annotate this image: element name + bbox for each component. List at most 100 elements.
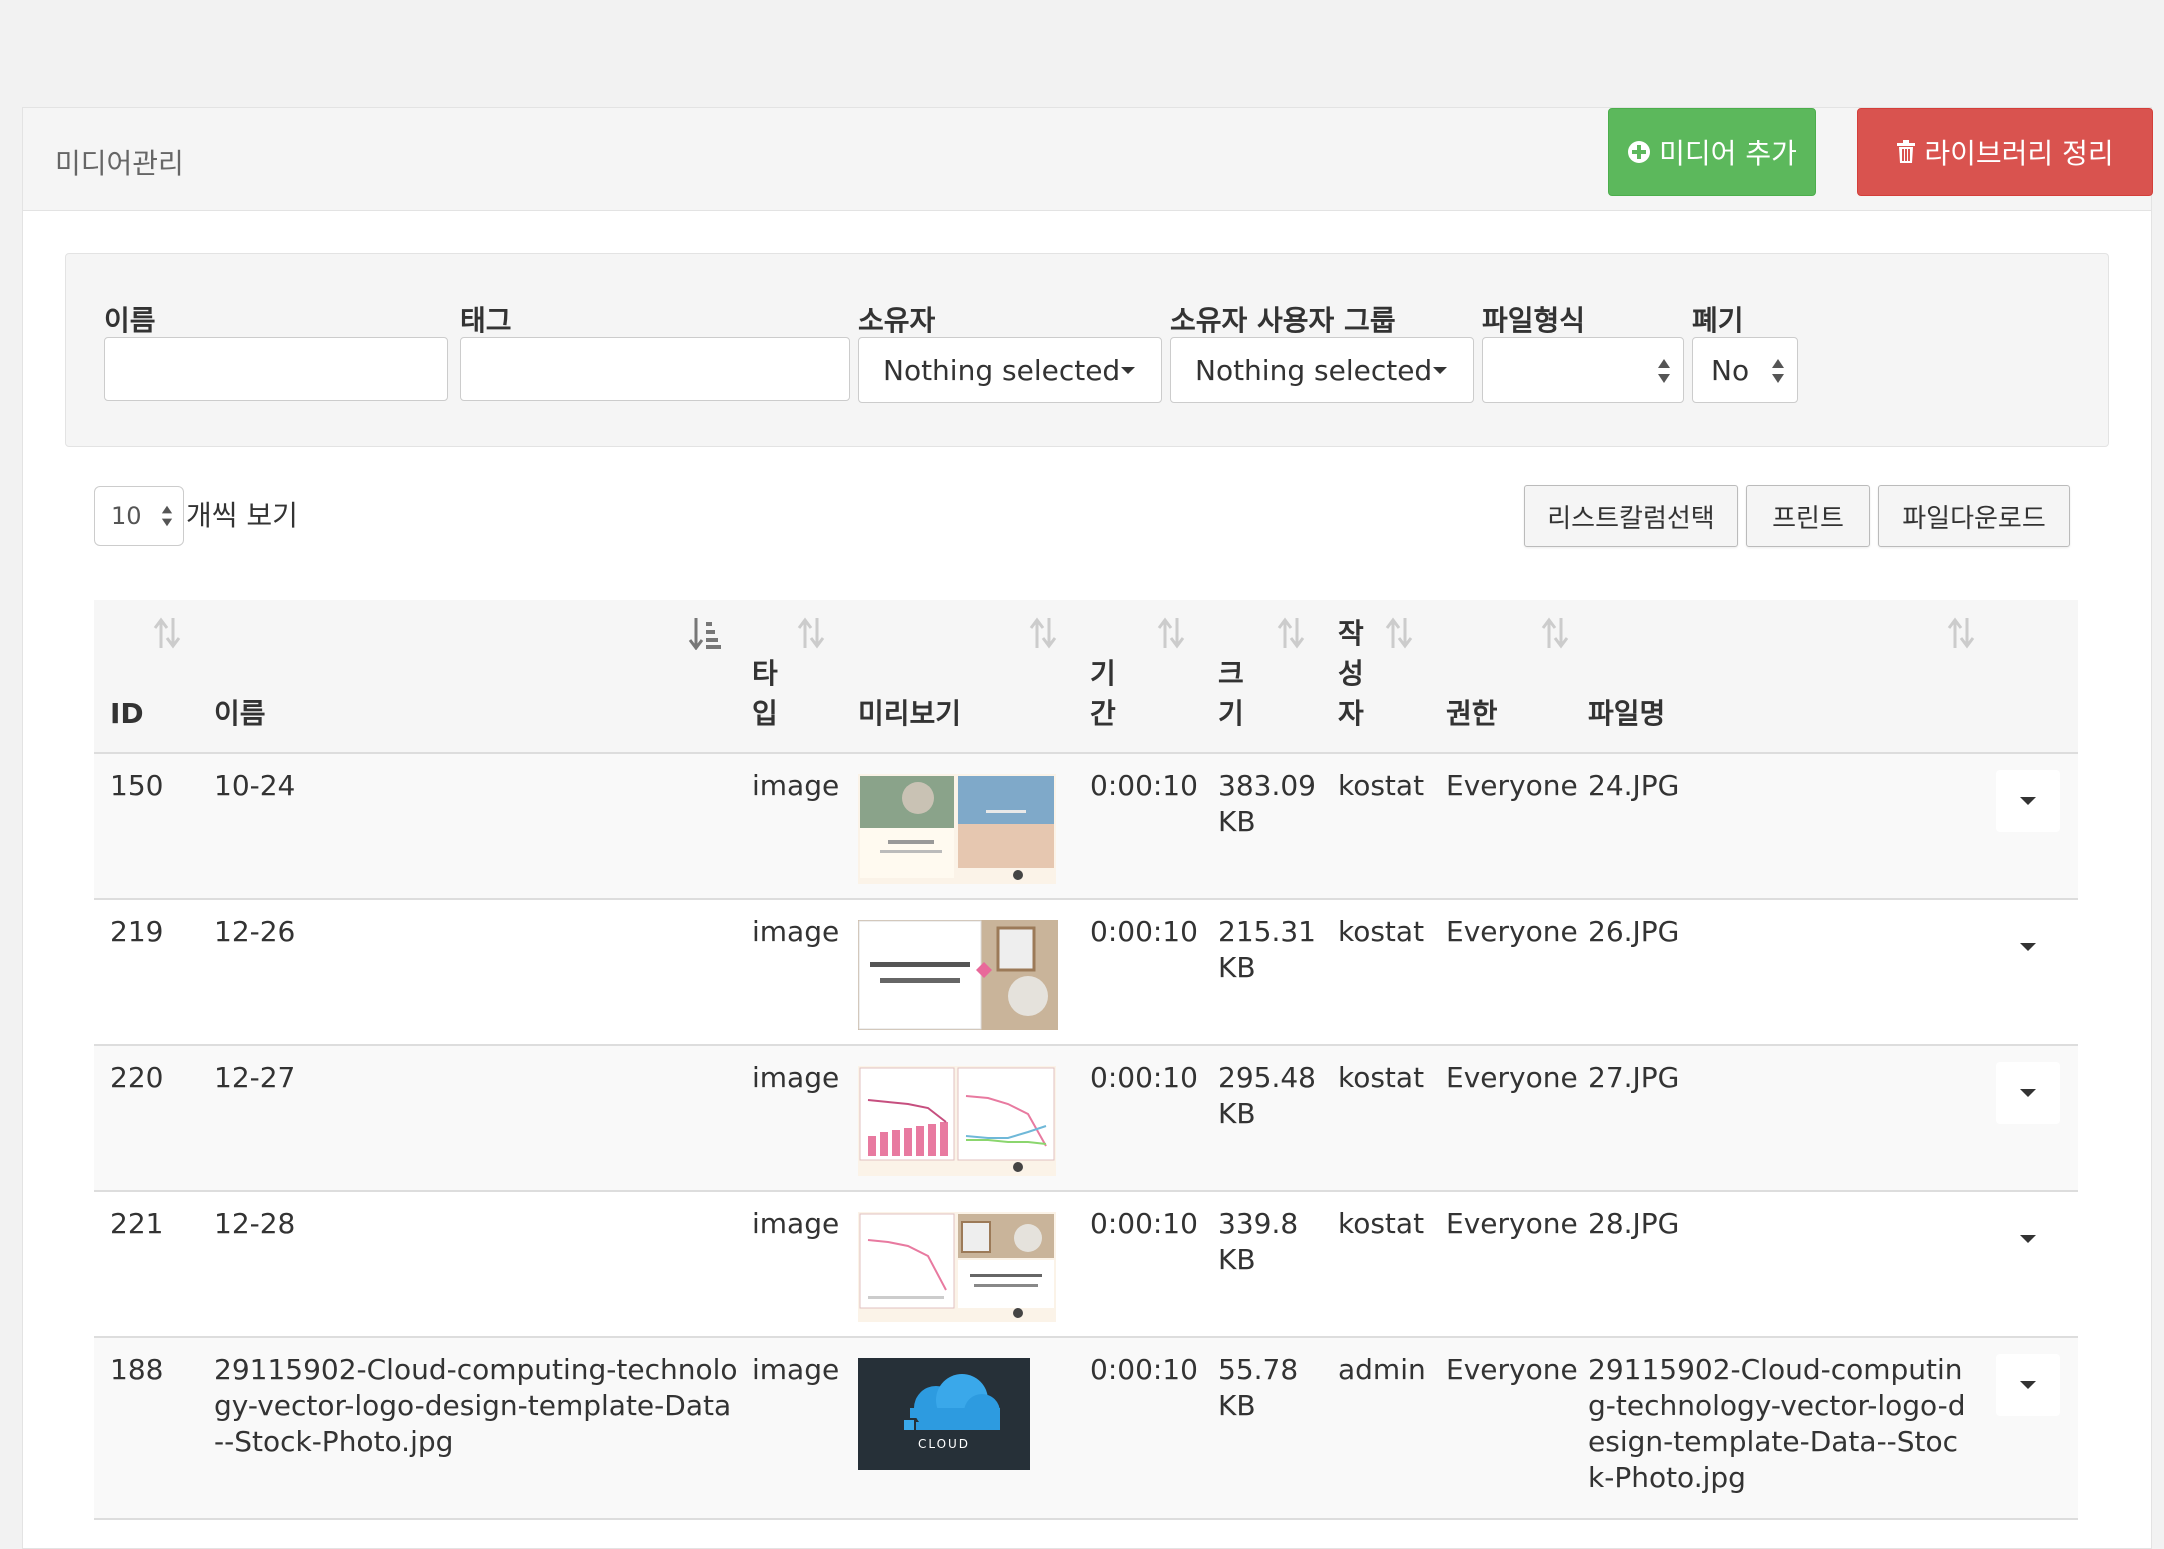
column-select-button[interactable]: 리스트칼럼선택 (1524, 485, 1738, 547)
row-actions-dropdown[interactable] (1996, 1062, 2060, 1124)
cell-owner: kostat (1338, 915, 1425, 948)
table-header: ID 이름 타입 미리보기 기간 크기 작성자 권한 파일명 (94, 600, 2078, 754)
owner-filter-label: 소유자 (858, 304, 936, 337)
sort-icon[interactable] (1384, 616, 1414, 650)
file-type-select[interactable] (1482, 337, 1684, 403)
sort-icon[interactable] (1028, 616, 1058, 650)
filter-panel: 이름 태그 소유자 Nothing selected 소유자 사용자 그룹 No… (65, 253, 2109, 447)
column-header-name[interactable]: 이름 (214, 694, 266, 734)
preview-cloud-text: CLOUD (918, 1437, 970, 1451)
updown-arrows-icon (1657, 358, 1671, 384)
row-actions-dropdown[interactable] (1996, 1354, 2060, 1416)
table-row[interactable]: 188 29115902-Cloud-computing-technology-… (94, 1338, 2078, 1520)
cell-duration: 0:00:10 (1090, 1353, 1198, 1386)
row-actions-dropdown[interactable] (1996, 1208, 2060, 1270)
chevron-down-icon (1121, 367, 1135, 374)
cell-type: image (752, 1207, 840, 1240)
trash-icon (1896, 140, 1916, 164)
column-header-id[interactable]: ID (110, 694, 144, 734)
clean-library-button[interactable]: 라이브러리 정리 (1857, 108, 2153, 196)
page-length-label: 개씩 보기 (186, 499, 298, 532)
chevron-down-icon (1433, 367, 1447, 374)
cell-size: 295.48 KB (1218, 1060, 1316, 1132)
cell-filename: 24.JPG (1588, 769, 1680, 802)
cell-size-value: 383.09 (1218, 769, 1316, 802)
preview-thumbnail[interactable] (858, 1212, 1056, 1322)
sort-icon[interactable] (1946, 616, 1976, 650)
cell-size-unit: KB (1218, 805, 1256, 838)
table-row[interactable]: 219 12-26 image 0:00:10 215.31 KB kostat … (94, 900, 2078, 1046)
file-type-filter-label: 파일형식 (1482, 304, 1586, 337)
sort-icon[interactable] (1156, 616, 1186, 650)
cell-size-unit: KB (1218, 1389, 1256, 1422)
cell-duration: 0:00:10 (1090, 915, 1198, 948)
column-header-preview[interactable]: 미리보기 (858, 694, 961, 734)
cell-duration: 0:00:10 (1090, 769, 1198, 802)
updown-arrows-icon (1771, 358, 1785, 384)
cell-id: 219 (110, 915, 164, 948)
owner-select-value: Nothing selected (883, 353, 1121, 387)
table-row[interactable]: 150 10-24 image 0:00:10 383.09 KB kostat … (94, 754, 2078, 900)
cell-size-value: 55.78 (1218, 1353, 1299, 1386)
cell-owner: admin (1338, 1353, 1426, 1386)
page-length-select[interactable]: 10 (94, 486, 184, 546)
owner-select[interactable]: Nothing selected (858, 337, 1162, 403)
sort-icon[interactable] (152, 616, 182, 650)
column-header-duration[interactable]: 기간 (1090, 654, 1120, 734)
name-filter-label: 이름 (104, 304, 156, 337)
cell-size-value: 339.8 (1218, 1207, 1299, 1240)
column-header-permission[interactable]: 권한 (1446, 694, 1498, 734)
download-button[interactable]: 파일다운로드 (1878, 485, 2070, 547)
preview-thumbnail[interactable] (858, 920, 1058, 1030)
cell-filename: 28.JPG (1588, 1207, 1680, 1240)
cell-filename: 26.JPG (1588, 915, 1680, 948)
cell-name: 12-26 (214, 915, 296, 948)
cell-id: 221 (110, 1207, 164, 1240)
preview-thumbnail[interactable] (858, 774, 1056, 884)
cell-filename: 27.JPG (1588, 1061, 1680, 1094)
cell-name: 12-27 (214, 1061, 296, 1094)
column-header-size[interactable]: 크기 (1218, 654, 1248, 734)
preview-thumbnail[interactable]: CLOUD (858, 1358, 1030, 1470)
table-row[interactable]: 221 12-28 image 0:00:10 339.8 KB kostat E… (94, 1192, 2078, 1338)
print-button[interactable]: 프린트 (1746, 485, 1870, 547)
cell-size: 383.09 KB (1218, 768, 1316, 840)
add-media-button[interactable]: 미디어 추가 (1608, 108, 1816, 196)
cell-name: 12-28 (214, 1207, 296, 1240)
row-actions-dropdown[interactable] (1996, 770, 2060, 832)
retired-select[interactable]: No (1692, 337, 1798, 403)
cell-type: image (752, 915, 840, 948)
cell-type: image (752, 1061, 840, 1094)
cell-permission: Everyone (1446, 1207, 1578, 1240)
row-actions-dropdown[interactable] (1996, 916, 2060, 978)
sort-icon[interactable] (1540, 616, 1570, 650)
tag-filter-label: 태그 (460, 304, 512, 337)
cell-size-unit: KB (1218, 1097, 1256, 1130)
preview-thumbnail[interactable] (858, 1066, 1056, 1176)
sort-ascending-icon[interactable] (688, 616, 721, 651)
cell-id: 220 (110, 1061, 164, 1094)
retired-filter-label: 폐기 (1692, 304, 1744, 337)
table-row[interactable]: 220 12-27 image 0:00:10 295.48 KB kostat … (94, 1046, 2078, 1192)
cell-size-value: 215.31 (1218, 915, 1316, 948)
cell-name: 10-24 (214, 769, 296, 802)
cell-owner: kostat (1338, 769, 1425, 802)
cell-duration: 0:00:10 (1090, 1061, 1198, 1094)
add-media-label: 미디어 추가 (1659, 137, 1797, 170)
cell-owner: kostat (1338, 1061, 1425, 1094)
sort-icon[interactable] (796, 616, 826, 650)
owner-group-select[interactable]: Nothing selected (1170, 337, 1474, 403)
column-header-owner[interactable]: 작성자 (1338, 614, 1368, 734)
sort-icon[interactable] (1276, 616, 1306, 650)
name-filter-input[interactable] (104, 337, 448, 401)
column-header-type[interactable]: 타입 (752, 654, 782, 734)
caret-down-icon (2020, 797, 2036, 805)
cell-size: 55.78 KB (1218, 1352, 1298, 1424)
cell-owner: kostat (1338, 1207, 1425, 1240)
cell-id: 150 (110, 769, 164, 802)
tag-filter-input[interactable] (460, 337, 850, 401)
cell-size-unit: KB (1218, 951, 1256, 984)
cell-filename: 29115902-Cloud-computing-technology-vect… (1588, 1353, 1966, 1494)
caret-down-icon (2020, 1235, 2036, 1243)
column-header-filename[interactable]: 파일명 (1588, 694, 1665, 734)
